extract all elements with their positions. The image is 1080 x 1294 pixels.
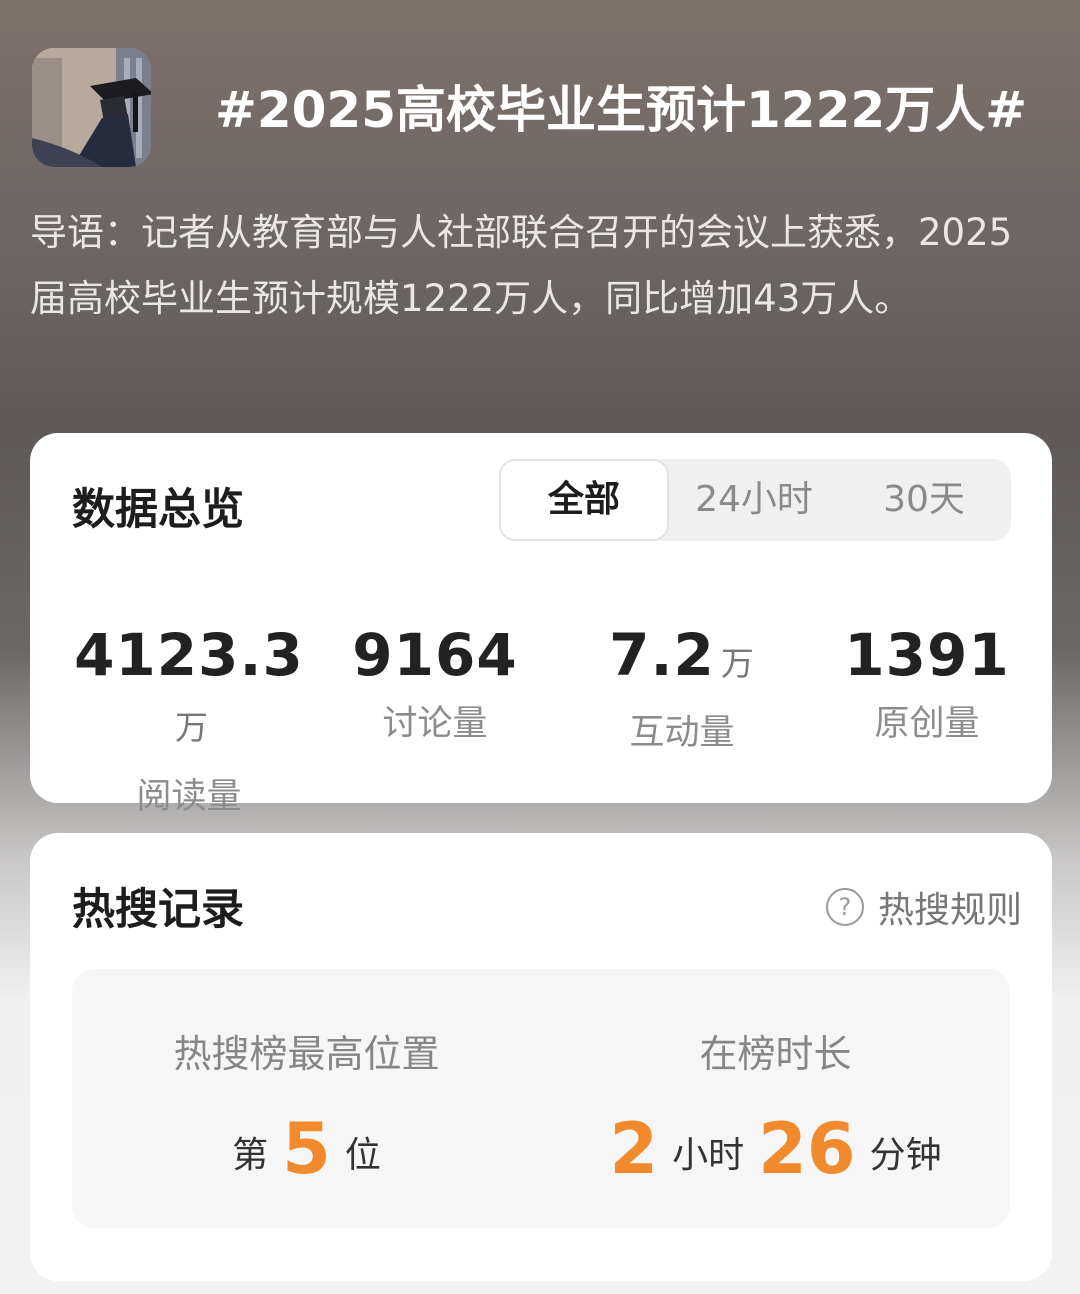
hours-unit: 小时 [672, 1135, 745, 1176]
duration-hours: 2 [609, 1108, 659, 1190]
peak-prefix: 第 [232, 1135, 269, 1176]
stat-originals-value: 1391 [844, 621, 1010, 689]
hot-search-record-box: 热搜榜最高位置 第5位 在榜时长 2 小时 26 分钟 [72, 969, 1010, 1228]
hot-search-title: 热搜记录 [72, 885, 244, 935]
peak-value: 5 [282, 1108, 331, 1190]
on-list-duration: 在榜时长 2 小时 26 分钟 [541, 1023, 1010, 1190]
tab-24h[interactable]: 24小时 [669, 459, 839, 541]
question-icon: ? [825, 888, 864, 926]
overview-title: 数据总览 [72, 485, 244, 535]
topic-header: #2025高校毕业生预计1222万人# [32, 48, 1048, 168]
stat-interactions-value: 7.2 [609, 621, 715, 689]
duration-minutes: 26 [758, 1108, 856, 1190]
hot-search-card: 热搜记录 ? 热搜规则 热搜榜最高位置 第5位 在榜时长 2 小时 26 分钟 [30, 833, 1052, 1281]
duration-label: 在榜时长 [699, 1032, 852, 1076]
stat-originals-label: 原创量 [874, 704, 980, 744]
time-range-switch: 全部 24小时 30天 [499, 459, 1011, 541]
stat-interactions: 7.2 万 互动量 [567, 623, 797, 755]
stat-reads-value: 4123.3 [74, 621, 304, 689]
peak-position: 热搜榜最高位置 第5位 [72, 1023, 541, 1190]
topic-thumbnail [32, 48, 151, 167]
stat-discussions-value: 9164 [352, 621, 518, 689]
stat-reads: 4123.3 万 阅读量 [74, 623, 304, 819]
stat-reads-label: 阅读量 [136, 777, 242, 817]
topic-intro: 导语：记者从教育部与人社部联合召开的会议上获悉，2025届高校毕业生预计规模12… [30, 211, 1013, 320]
tab-30d[interactable]: 30天 [839, 459, 1009, 541]
peak-suffix: 位 [344, 1135, 381, 1176]
data-overview-card: 数据总览 全部 24小时 30天 4123.3 万 阅读量 9164 讨论量 7.… [30, 433, 1052, 817]
topic-title: #2025高校毕业生预计1222万人# [214, 81, 1028, 139]
rules-label: 热搜规则 [877, 890, 1022, 931]
peak-position-label: 热搜榜最高位置 [173, 1032, 440, 1076]
stat-originals: 1391 原创量 [812, 623, 1042, 746]
stat-reads-unit: 万 [175, 708, 209, 747]
tab-all[interactable]: 全部 [499, 459, 669, 541]
stat-interactions-label: 互动量 [629, 713, 735, 753]
stat-discussions: 9164 讨论量 [320, 623, 550, 746]
minutes-unit: 分钟 [869, 1135, 942, 1176]
stat-discussions-label: 讨论量 [382, 704, 488, 744]
hot-search-rules-link[interactable]: ? 热搜规则 [825, 881, 1022, 933]
stat-interactions-unit: 万 [720, 644, 755, 683]
